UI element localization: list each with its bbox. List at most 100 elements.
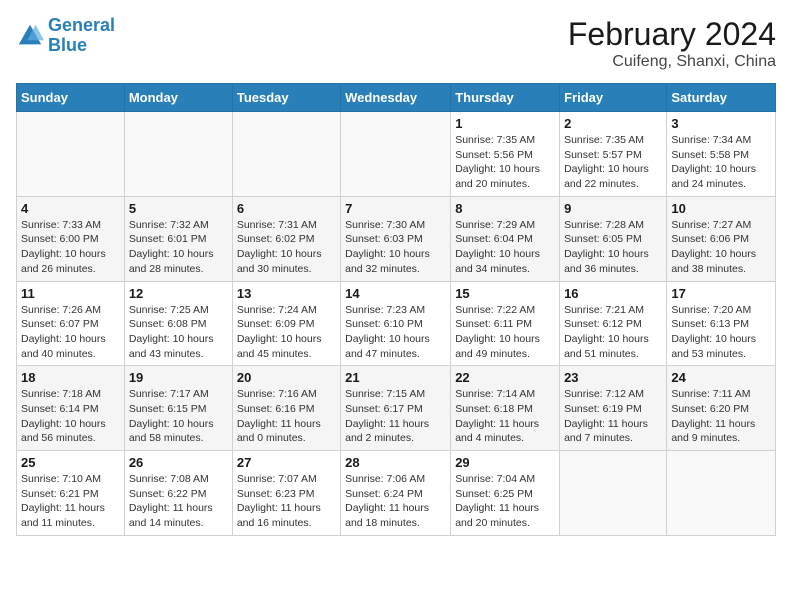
day-number: 17 (671, 286, 771, 301)
day-info: Sunrise: 7:10 AM Sunset: 6:21 PM Dayligh… (21, 472, 120, 531)
calendar-week-row: 18 Sunrise: 7:18 AM Sunset: 6:14 PM Dayli… (17, 366, 776, 451)
logo-line1: General (48, 15, 115, 35)
calendar-cell: 19 Sunrise: 7:17 AM Sunset: 6:15 PM Dayli… (124, 366, 232, 451)
day-number: 16 (564, 286, 662, 301)
calendar-table: SundayMondayTuesdayWednesdayThursdayFrid… (16, 83, 776, 536)
day-number: 24 (671, 370, 771, 385)
calendar-cell: 17 Sunrise: 7:20 AM Sunset: 6:13 PM Dayli… (667, 281, 776, 366)
day-number: 2 (564, 116, 662, 131)
weekday-header: Thursday (451, 84, 560, 112)
calendar-cell: 20 Sunrise: 7:16 AM Sunset: 6:16 PM Dayli… (232, 366, 340, 451)
day-number: 8 (455, 201, 555, 216)
page-header: General Blue February 2024 Cuifeng, Shan… (16, 16, 776, 71)
day-info: Sunrise: 7:28 AM Sunset: 6:05 PM Dayligh… (564, 218, 662, 277)
day-number: 19 (129, 370, 228, 385)
calendar-cell: 18 Sunrise: 7:18 AM Sunset: 6:14 PM Dayli… (17, 366, 125, 451)
calendar-cell: 27 Sunrise: 7:07 AM Sunset: 6:23 PM Dayli… (232, 451, 340, 536)
calendar-cell: 14 Sunrise: 7:23 AM Sunset: 6:10 PM Dayli… (341, 281, 451, 366)
calendar-week-row: 25 Sunrise: 7:10 AM Sunset: 6:21 PM Dayli… (17, 451, 776, 536)
day-number: 13 (237, 286, 336, 301)
calendar-title: February 2024 (568, 16, 776, 53)
day-number: 10 (671, 201, 771, 216)
day-info: Sunrise: 7:14 AM Sunset: 6:18 PM Dayligh… (455, 387, 555, 446)
day-info: Sunrise: 7:25 AM Sunset: 6:08 PM Dayligh… (129, 303, 228, 362)
logo-text: General Blue (48, 16, 115, 56)
calendar-cell: 29Sunrise: 7:04 AM Sunset: 6:25 PM Dayli… (451, 451, 560, 536)
day-number: 6 (237, 201, 336, 216)
calendar-cell: 11 Sunrise: 7:26 AM Sunset: 6:07 PM Dayli… (17, 281, 125, 366)
calendar-cell (232, 112, 340, 197)
calendar-cell (341, 112, 451, 197)
day-info: Sunrise: 7:27 AM Sunset: 6:06 PM Dayligh… (671, 218, 771, 277)
day-number: 12 (129, 286, 228, 301)
day-info: Sunrise: 7:32 AM Sunset: 6:01 PM Dayligh… (129, 218, 228, 277)
day-info: Sunrise: 7:23 AM Sunset: 6:10 PM Dayligh… (345, 303, 446, 362)
weekday-header: Friday (560, 84, 667, 112)
day-number: 18 (21, 370, 120, 385)
day-number: 14 (345, 286, 446, 301)
weekday-header: Tuesday (232, 84, 340, 112)
calendar-cell: 21Sunrise: 7:15 AM Sunset: 6:17 PM Dayli… (341, 366, 451, 451)
calendar-cell: 26Sunrise: 7:08 AM Sunset: 6:22 PM Dayli… (124, 451, 232, 536)
day-info: Sunrise: 7:17 AM Sunset: 6:15 PM Dayligh… (129, 387, 228, 446)
calendar-cell: 13 Sunrise: 7:24 AM Sunset: 6:09 PM Dayli… (232, 281, 340, 366)
day-info: Sunrise: 7:35 AM Sunset: 5:56 PM Dayligh… (455, 133, 555, 192)
day-number: 28 (345, 455, 446, 470)
calendar-cell: 10 Sunrise: 7:27 AM Sunset: 6:06 PM Dayli… (667, 196, 776, 281)
day-number: 1 (455, 116, 555, 131)
logo-icon (16, 22, 44, 50)
day-number: 3 (671, 116, 771, 131)
calendar-cell: 15 Sunrise: 7:22 AM Sunset: 6:11 PM Dayli… (451, 281, 560, 366)
day-number: 11 (21, 286, 120, 301)
day-info: Sunrise: 7:20 AM Sunset: 6:13 PM Dayligh… (671, 303, 771, 362)
calendar-cell (667, 451, 776, 536)
calendar-cell: 6 Sunrise: 7:31 AM Sunset: 6:02 PM Daylig… (232, 196, 340, 281)
day-info: Sunrise: 7:18 AM Sunset: 6:14 PM Dayligh… (21, 387, 120, 446)
calendar-cell: 12 Sunrise: 7:25 AM Sunset: 6:08 PM Dayli… (124, 281, 232, 366)
day-number: 7 (345, 201, 446, 216)
day-number: 20 (237, 370, 336, 385)
day-info: Sunrise: 7:15 AM Sunset: 6:17 PM Dayligh… (345, 387, 446, 446)
day-info: Sunrise: 7:12 AM Sunset: 6:19 PM Dayligh… (564, 387, 662, 446)
calendar-cell (124, 112, 232, 197)
weekday-header: Saturday (667, 84, 776, 112)
day-info: Sunrise: 7:26 AM Sunset: 6:07 PM Dayligh… (21, 303, 120, 362)
day-number: 15 (455, 286, 555, 301)
calendar-week-row: 11 Sunrise: 7:26 AM Sunset: 6:07 PM Dayli… (17, 281, 776, 366)
day-number: 5 (129, 201, 228, 216)
day-number: 22 (455, 370, 555, 385)
calendar-cell: 4Sunrise: 7:33 AM Sunset: 6:00 PM Daylig… (17, 196, 125, 281)
title-block: February 2024 Cuifeng, Shanxi, China (568, 16, 776, 71)
calendar-subtitle: Cuifeng, Shanxi, China (568, 53, 776, 71)
day-info: Sunrise: 7:16 AM Sunset: 6:16 PM Dayligh… (237, 387, 336, 446)
day-number: 25 (21, 455, 120, 470)
calendar-cell: 8Sunrise: 7:29 AM Sunset: 6:04 PM Daylig… (451, 196, 560, 281)
calendar-cell: 9 Sunrise: 7:28 AM Sunset: 6:05 PM Daylig… (560, 196, 667, 281)
calendar-cell: 3Sunrise: 7:34 AM Sunset: 5:58 PM Daylig… (667, 112, 776, 197)
day-info: Sunrise: 7:07 AM Sunset: 6:23 PM Dayligh… (237, 472, 336, 531)
calendar-cell: 1 Sunrise: 7:35 AM Sunset: 5:56 PM Daylig… (451, 112, 560, 197)
weekday-header: Sunday (17, 84, 125, 112)
day-info: Sunrise: 7:31 AM Sunset: 6:02 PM Dayligh… (237, 218, 336, 277)
weekday-header: Monday (124, 84, 232, 112)
day-number: 4 (21, 201, 120, 216)
weekday-header-row: SundayMondayTuesdayWednesdayThursdayFrid… (17, 84, 776, 112)
day-info: Sunrise: 7:22 AM Sunset: 6:11 PM Dayligh… (455, 303, 555, 362)
day-number: 9 (564, 201, 662, 216)
calendar-cell: 5 Sunrise: 7:32 AM Sunset: 6:01 PM Daylig… (124, 196, 232, 281)
day-info: Sunrise: 7:06 AM Sunset: 6:24 PM Dayligh… (345, 472, 446, 531)
logo: General Blue (16, 16, 115, 56)
calendar-cell: 22 Sunrise: 7:14 AM Sunset: 6:18 PM Dayli… (451, 366, 560, 451)
logo-line2: Blue (48, 35, 87, 55)
calendar-week-row: 1 Sunrise: 7:35 AM Sunset: 5:56 PM Daylig… (17, 112, 776, 197)
day-info: Sunrise: 7:11 AM Sunset: 6:20 PM Dayligh… (671, 387, 771, 446)
day-info: Sunrise: 7:24 AM Sunset: 6:09 PM Dayligh… (237, 303, 336, 362)
calendar-cell (17, 112, 125, 197)
calendar-cell: 16Sunrise: 7:21 AM Sunset: 6:12 PM Dayli… (560, 281, 667, 366)
calendar-cell: 2Sunrise: 7:35 AM Sunset: 5:57 PM Daylig… (560, 112, 667, 197)
day-info: Sunrise: 7:04 AM Sunset: 6:25 PM Dayligh… (455, 472, 555, 531)
day-number: 27 (237, 455, 336, 470)
calendar-cell: 25 Sunrise: 7:10 AM Sunset: 6:21 PM Dayli… (17, 451, 125, 536)
day-number: 23 (564, 370, 662, 385)
day-info: Sunrise: 7:30 AM Sunset: 6:03 PM Dayligh… (345, 218, 446, 277)
